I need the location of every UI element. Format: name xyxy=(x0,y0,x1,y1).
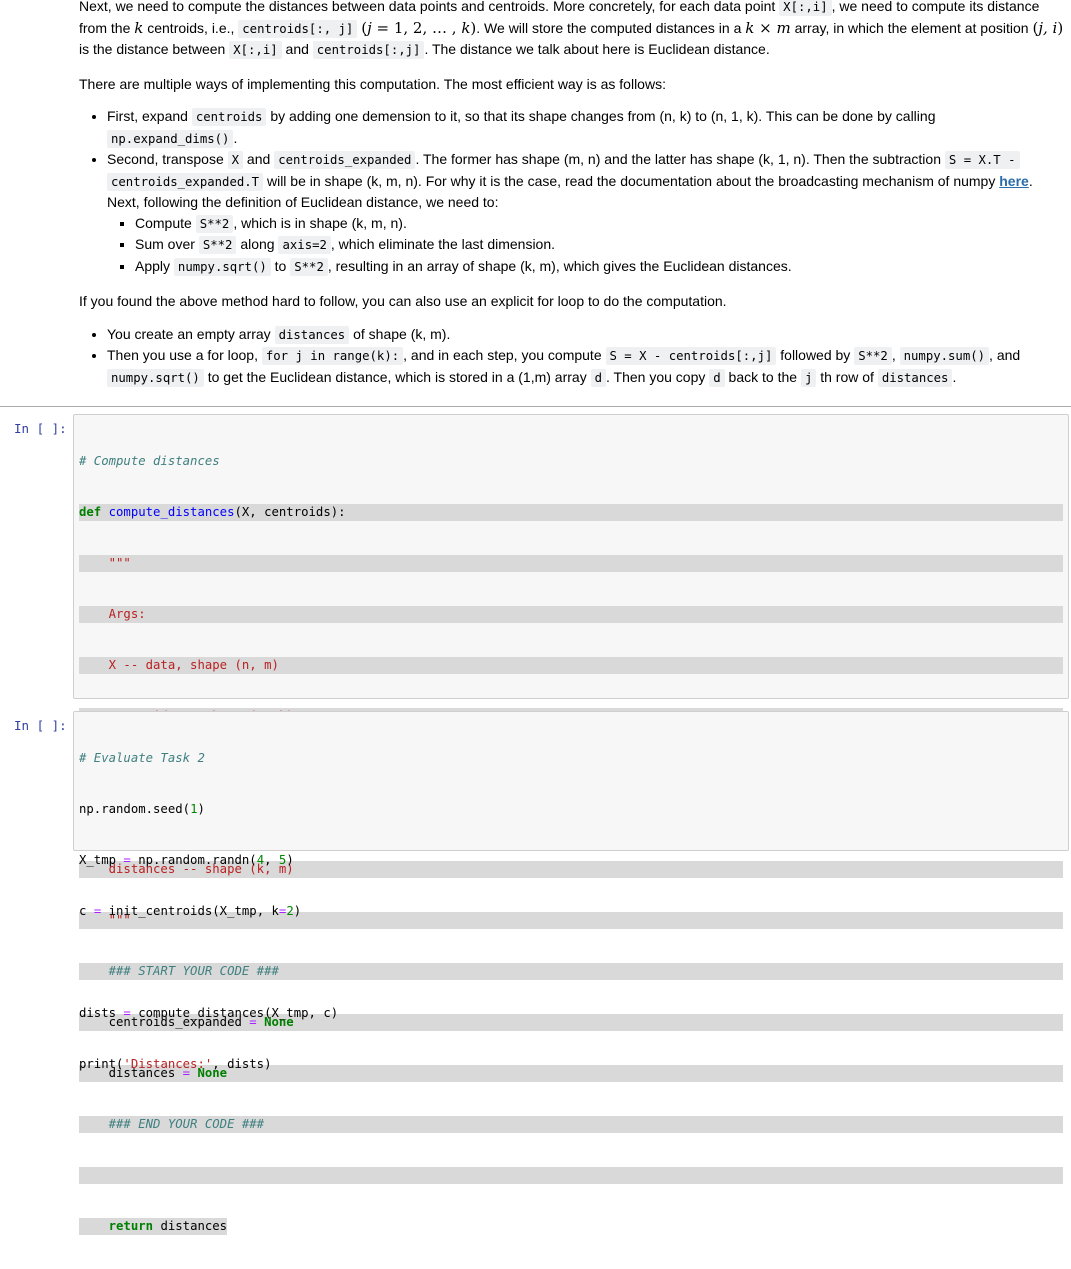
list-item: First, expand centroids by adding one de… xyxy=(107,106,1064,149)
code-line: Args: xyxy=(79,606,1063,623)
intro-paragraph: Next, we need to compute the distances b… xyxy=(79,0,1064,59)
markdown-cell: Next, we need to compute the distances b… xyxy=(79,0,1064,402)
code-line: # Compute distances xyxy=(79,454,220,468)
math: k xyxy=(134,18,144,37)
code-line: c = init_centroids(X_tmp, k=2) xyxy=(79,904,302,918)
code-line: np.random.seed(1) xyxy=(79,802,205,816)
list-item: Apply numpy.sqrt() to S**2, resulting in… xyxy=(135,256,1064,278)
methods-paragraph: There are multiple ways of implementing … xyxy=(79,75,666,92)
list-item: Second, transpose X and centroids_expand… xyxy=(107,149,1064,277)
code-line: """ xyxy=(79,555,1063,572)
code-line: print('Distances:', dists) xyxy=(79,1057,272,1071)
list-item: Compute S**2, which is in shape (k, m, n… xyxy=(135,213,1064,235)
loop-method-list: You create an empty array distances of s… xyxy=(79,324,1064,389)
code-line: X -- data, shape (n, m) xyxy=(79,657,1063,674)
inline-code: X[:,i] xyxy=(229,41,282,59)
code-line: X_tmp = np.random.randn(4, 5) xyxy=(79,853,294,867)
list-item: Then you use a for loop, for j in range(… xyxy=(107,345,1064,388)
code-line xyxy=(79,1167,1063,1184)
code-line: def compute_distances(X, centroids): xyxy=(79,504,1063,521)
cell-divider xyxy=(0,406,1071,407)
cell-prompt: In [ ]: xyxy=(14,718,67,733)
efficient-method-list: First, expand centroids by adding one de… xyxy=(79,106,1064,277)
numpy-broadcasting-link[interactable]: here xyxy=(999,173,1029,189)
cell-prompt: In [ ]: xyxy=(14,421,67,436)
list-item: Sum over S**2 along axis=2, which elimin… xyxy=(135,234,1064,256)
sub-step-list: Compute S**2, which is in shape (k, m, n… xyxy=(107,213,1064,278)
code-line: return distances xyxy=(79,1218,1063,1235)
inline-code: X[:,i] xyxy=(779,0,832,16)
code-line: # Evaluate Task 2 xyxy=(79,751,205,765)
inline-code: centroids[:, j] xyxy=(238,19,358,38)
code-line: dists = compute_distances(X_tmp, c) xyxy=(79,1006,339,1020)
code-cell-compute-distances[interactable]: # Compute distances def compute_distance… xyxy=(73,414,1069,1235)
list-item: You create an empty array distances of s… xyxy=(107,324,1064,346)
loop-method-paragraph: If you found the above method hard to fo… xyxy=(79,293,727,309)
code-cell-evaluate-task-2[interactable]: # Evaluate Task 2 np.random.seed(1) X_tm… xyxy=(73,711,1069,1071)
code-editor[interactable]: # Evaluate Task 2 np.random.seed(1) X_tm… xyxy=(79,716,1063,1107)
inline-code: centroids[:,j] xyxy=(312,41,425,59)
code-line: ### END YOUR CODE ### xyxy=(79,1116,1063,1133)
